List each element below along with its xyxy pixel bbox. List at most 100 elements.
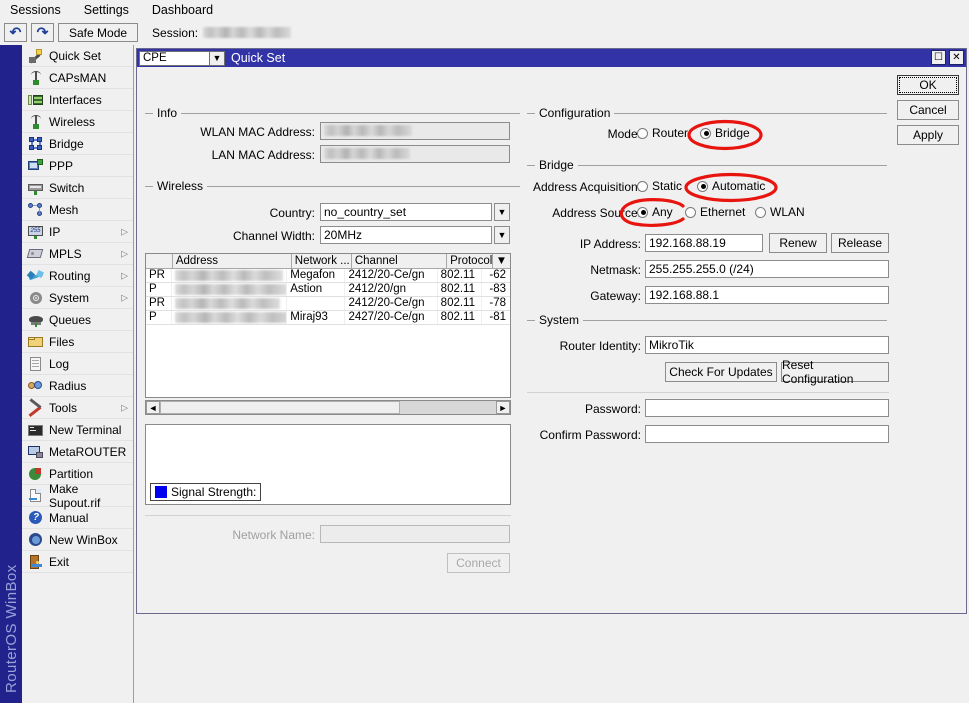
sidebar-item-mesh[interactable]: Mesh <box>22 199 133 221</box>
channel-width-dropdown-chevron-down-icon[interactable]: ▼ <box>494 226 510 244</box>
address-source-wlan-radio[interactable]: WLAN <box>755 205 805 219</box>
sidebar-item-wireless[interactable]: Wireless <box>22 111 133 133</box>
sidebar-item-label: Mesh <box>49 202 79 217</box>
mode-bridge-radio[interactable]: Bridge <box>700 126 750 140</box>
scrollbar-track[interactable] <box>160 401 496 414</box>
table-row[interactable]: PR Megafon 2412/20-Ce/gn 802.11 -62 <box>146 269 510 283</box>
apply-button[interactable]: Apply <box>897 125 959 145</box>
sidebar-item-radius[interactable]: Radius <box>22 375 133 397</box>
sidebar-item-system[interactable]: System ▷ <box>22 287 133 309</box>
ok-button[interactable]: OK <box>897 75 959 95</box>
sidebar-item-interfaces[interactable]: Interfaces <box>22 89 133 111</box>
menu-item-sessions[interactable]: Sessions <box>8 3 63 17</box>
lan-mac-field <box>320 145 510 163</box>
sidebar-item-manual[interactable]: ? Manual <box>22 507 133 529</box>
scrollbar-thumb[interactable] <box>160 401 400 414</box>
network-name-input[interactable] <box>320 525 510 543</box>
sidebar-item-quick-set[interactable]: Quick Set <box>22 45 133 67</box>
sidebar-item-exit[interactable]: Exit <box>22 551 133 573</box>
restore-icon[interactable]: ☐ <box>931 50 946 65</box>
password-label: Password: <box>584 402 641 416</box>
sidebar-item-bridge[interactable]: Bridge <box>22 133 133 155</box>
table-col-protocol[interactable]: Protocol <box>447 254 493 268</box>
sidebar-item-log[interactable]: Log <box>22 353 133 375</box>
mode-router-radio[interactable]: Router <box>637 126 688 140</box>
address-source-ethernet-label: Ethernet <box>700 205 746 219</box>
sidebar-item-label: IP <box>49 224 61 239</box>
scroll-left-arrow-icon[interactable]: ◄ <box>146 401 160 414</box>
confirm-password-input[interactable] <box>645 425 889 443</box>
address-acquisition-automatic-radio[interactable]: Automatic <box>697 179 765 193</box>
sidebar-item-label: Switch <box>49 180 85 195</box>
safe-mode-button[interactable]: Safe Mode <box>58 23 139 42</box>
address-acquisition-static-radio[interactable]: Static <box>637 179 682 193</box>
table-row[interactable]: P Miraj93 2427/20-Ce/gn 802.11 -81 <box>146 311 510 325</box>
netmask-input[interactable]: 255.255.255.0 (/24) <box>645 260 889 278</box>
table-col-address[interactable]: Address <box>173 254 292 268</box>
sidebar-item-label: Queues <box>49 312 92 327</box>
undo-arrow-icon[interactable]: ↶ <box>4 23 27 42</box>
scroll-right-arrow-icon[interactable]: ► <box>496 401 510 414</box>
lan-mac-redacted <box>324 148 410 159</box>
chevron-down-icon[interactable]: ▼ <box>210 50 225 66</box>
gear-icon <box>28 290 44 306</box>
password-input[interactable] <box>645 399 889 417</box>
channel-width-input[interactable]: 20MHz <box>320 226 492 244</box>
sidebar-item-label: Manual <box>49 510 89 525</box>
radius-icon <box>28 378 44 394</box>
table-column-menu-chevron-down-icon[interactable]: ▼ <box>493 254 510 268</box>
sidebar-item-new-terminal[interactable]: New Terminal <box>22 419 133 441</box>
connect-button[interactable]: Connect <box>447 553 510 573</box>
redo-arrow-icon[interactable]: ↷ <box>31 23 54 42</box>
quick-set-body: OK Cancel Apply Info WLAN MAC Address: L… <box>137 67 966 613</box>
brand-label: RouterOS WinBox <box>2 564 20 693</box>
address-source-ethernet-radio[interactable]: Ethernet <box>685 205 745 219</box>
country-dropdown-chevron-down-icon[interactable]: ▼ <box>494 203 510 221</box>
sidebar-item-metarouter[interactable]: MetaROUTER <box>22 441 133 463</box>
table-col-flags[interactable] <box>146 254 173 268</box>
sidebar-item-ppp[interactable]: PPP <box>22 155 133 177</box>
close-icon[interactable]: ✕ <box>949 50 964 65</box>
table-row[interactable]: PR 2412/20-Ce/gn 802.11 -78 <box>146 297 510 311</box>
menu-item-dashboard[interactable]: Dashboard <box>150 3 215 17</box>
sidebar-item-make-supout[interactable]: Make Supout.rif <box>22 482 133 510</box>
country-input[interactable]: no_country_set <box>320 203 492 221</box>
check-for-updates-button[interactable]: Check For Updates <box>665 362 777 382</box>
address-source-any-radio[interactable]: Any <box>637 205 673 219</box>
profile-combo-input[interactable]: CPE <box>139 50 210 66</box>
sidebar-item-routing[interactable]: Routing ▷ <box>22 265 133 287</box>
table-col-network[interactable]: Network ... <box>292 254 352 268</box>
release-button[interactable]: Release <box>831 233 889 253</box>
cell-channel: 2412/20/gn <box>345 283 438 296</box>
radio-dot-selected <box>697 180 708 192</box>
sidebar-item-queues[interactable]: Queues <box>22 309 133 331</box>
ip-address-input[interactable]: 192.168.88.19 <box>645 234 763 252</box>
sidebar-item-mpls[interactable]: MPLS ▷ <box>22 243 133 265</box>
sidebar-item-ip[interactable]: 255 IP ▷ <box>22 221 133 243</box>
reset-configuration-button[interactable]: Reset Configuration <box>781 358 889 386</box>
sidebar-item-files[interactable]: Files <box>22 331 133 353</box>
menu-item-settings[interactable]: Settings <box>82 3 131 17</box>
table-horizontal-scrollbar[interactable]: ◄ ► <box>145 400 511 415</box>
table-row[interactable]: P Astion 2412/20/gn 802.11 -83 <box>146 283 510 297</box>
sidebar-item-tools[interactable]: Tools ▷ <box>22 397 133 419</box>
cell-protocol: 802.11 <box>438 297 483 310</box>
wireless-scan-table[interactable]: Address Network ... Channel Protocol ▼ P… <box>145 253 511 398</box>
window-buttons: ☐ ✕ <box>931 50 964 65</box>
sidebar-item-label: Routing <box>49 268 91 283</box>
router-identity-input[interactable]: MikroTik <box>645 336 889 354</box>
sidebar-item-switch[interactable]: Switch <box>22 177 133 199</box>
sidebar-item-new-winbox[interactable]: New WinBox <box>22 529 133 551</box>
wlan-mac-field <box>320 122 510 140</box>
renew-button[interactable]: Renew <box>769 233 827 253</box>
cell-flags: P <box>146 283 173 296</box>
chevron-right-icon: ▷ <box>121 248 128 258</box>
cancel-button[interactable]: Cancel <box>897 100 959 120</box>
sidebar-item-label: Wireless <box>49 114 96 129</box>
sidebar-item-capsman[interactable]: CAPsMAN <box>22 67 133 89</box>
table-col-channel[interactable]: Channel <box>352 254 448 268</box>
routing-icon <box>26 268 44 284</box>
sidebar-item-label: Exit <box>49 554 70 569</box>
gateway-input[interactable]: 192.168.88.1 <box>645 286 889 304</box>
sidebar-item-label: Tools <box>49 400 78 415</box>
